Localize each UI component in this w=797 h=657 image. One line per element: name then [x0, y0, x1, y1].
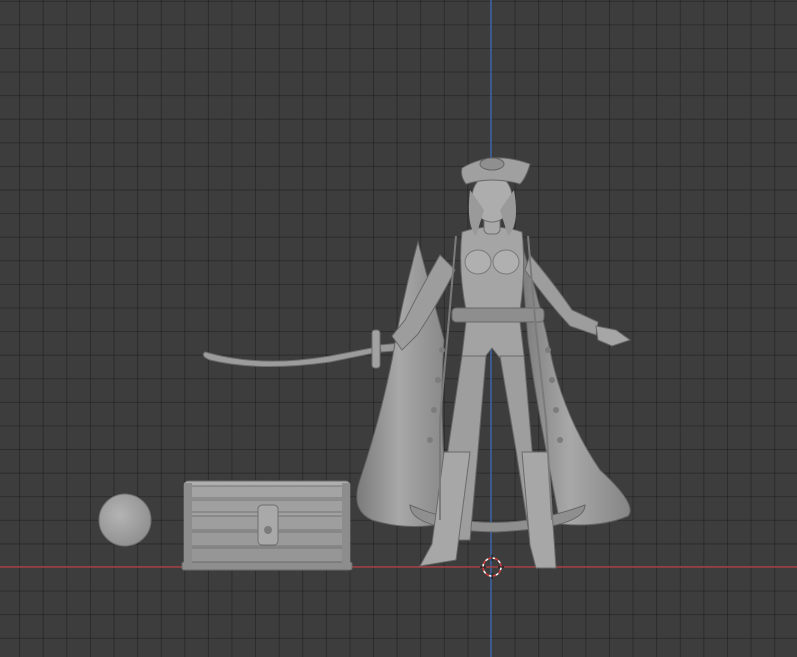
viewport-scene[interactable]	[0, 0, 797, 657]
treasure-chest[interactable]	[181, 480, 353, 571]
round-base[interactable]	[98, 493, 152, 547]
3d-viewport[interactable]	[0, 0, 797, 657]
pirate-woman-figure[interactable]	[356, 157, 632, 569]
